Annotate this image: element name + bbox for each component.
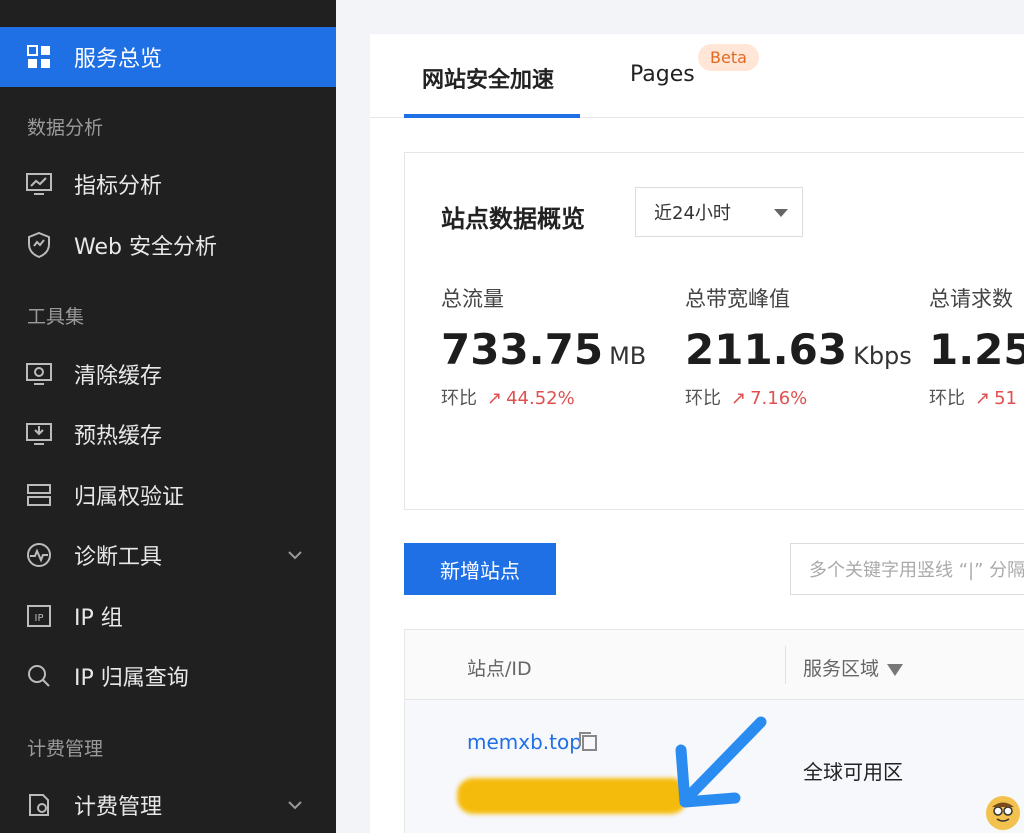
chart-monitor-icon bbox=[26, 171, 52, 197]
arrow-up-right-icon: ↗ bbox=[487, 388, 503, 409]
copy-icon[interactable] bbox=[577, 730, 599, 752]
monitor-refresh-icon bbox=[26, 361, 52, 387]
sidebar-item-label: 计费管理 bbox=[74, 795, 163, 820]
sidebar-item-diagnostics[interactable]: 诊断工具 bbox=[0, 525, 336, 585]
sidebar-item-metrics[interactable]: 指标分析 bbox=[0, 154, 336, 214]
sidebar-item-label: 指标分析 bbox=[74, 174, 163, 199]
site-data-overview: 站点数据概览 近24小时 总流量 733.75 MB 环比 ↗ 44.52% 总带宽峰… bbox=[404, 152, 1024, 510]
sidebar-item-label: IP 组 bbox=[74, 606, 123, 631]
metric-unit: Kbps bbox=[853, 342, 912, 370]
overview-title: 站点数据概览 bbox=[441, 205, 585, 233]
sidebar-item-purge-cache[interactable]: 清除缓存 bbox=[0, 344, 336, 404]
metric-value: 733.75 bbox=[441, 325, 604, 374]
sidebar-item-ownership[interactable]: 归属权验证 bbox=[0, 465, 336, 525]
monitor-download-icon bbox=[26, 421, 52, 447]
shield-chart-icon bbox=[26, 232, 52, 258]
arrow-up-right-icon: ↗ bbox=[731, 388, 747, 409]
metric-total-requests: 总请求数 1.25 环比 ↗ 51 bbox=[929, 283, 1024, 410]
metric-value: 211.63 bbox=[685, 325, 848, 374]
site-link[interactable]: memxb.top bbox=[467, 730, 582, 754]
compare-label: 环比 bbox=[929, 388, 965, 409]
metric-unit: MB bbox=[609, 342, 647, 370]
search-icon bbox=[26, 663, 52, 689]
sidebar-item-label: 预热缓存 bbox=[74, 424, 163, 449]
sidebar: 服务总览 数据分析 指标分析 Web 安全分析 工具集 清除缓存 预热缓存 归属… bbox=[0, 0, 336, 833]
column-divider bbox=[785, 646, 786, 684]
time-range-value: 近24小时 bbox=[654, 203, 731, 224]
pulse-icon bbox=[26, 542, 52, 568]
arrow-up-right-icon: ↗ bbox=[975, 388, 991, 409]
tab-site-acceleration[interactable]: 网站安全加速 bbox=[422, 62, 554, 94]
sidebar-item-label: IP 归属查询 bbox=[74, 666, 189, 691]
metric-value: 1.25 bbox=[929, 325, 1024, 374]
sidebar-group-title: 计费管理 bbox=[27, 738, 104, 760]
chevron-down-icon[interactable] bbox=[284, 794, 306, 816]
metric-label: 总带宽峰值 bbox=[685, 287, 790, 311]
site-table: 站点/ID 服务区域 memxb.top 全球可用区 bbox=[404, 629, 1024, 833]
column-header-site: 站点/ID bbox=[467, 658, 532, 680]
annotation-arrow-icon bbox=[675, 716, 767, 808]
chevron-down-icon[interactable] bbox=[284, 544, 306, 566]
svg-text:IP: IP bbox=[35, 613, 44, 624]
assistant-avatar[interactable] bbox=[986, 796, 1020, 830]
sidebar-item-overview[interactable]: 服务总览 bbox=[0, 27, 336, 87]
add-site-button[interactable]: 新增站点 bbox=[404, 543, 556, 595]
metric-label: 总请求数 bbox=[929, 287, 1013, 311]
tab-pages[interactable]: Pages bbox=[630, 62, 695, 87]
table-header: 站点/ID 服务区域 bbox=[405, 630, 1024, 700]
metric-label: 总流量 bbox=[441, 287, 504, 311]
redacted-site-id bbox=[457, 778, 687, 814]
tab-bar: 网站安全加速 Pages Beta bbox=[370, 34, 1024, 118]
main-area: 网站安全加速 Pages Beta 站点数据概览 近24小时 总流量 733.7… bbox=[336, 0, 1024, 833]
change-percent: 7.16% bbox=[750, 388, 808, 409]
column-header-label: 服务区域 bbox=[803, 658, 880, 680]
search-input[interactable]: 多个关键字用竖线 “|” 分隔 bbox=[790, 543, 1024, 595]
server-icon bbox=[26, 482, 52, 508]
billing-icon bbox=[26, 792, 52, 818]
sidebar-group-title: 工具集 bbox=[27, 306, 85, 328]
compare-label: 环比 bbox=[685, 388, 721, 409]
beta-badge: Beta bbox=[698, 44, 759, 71]
ip-icon: IP bbox=[26, 603, 52, 629]
filter-icon[interactable] bbox=[887, 663, 904, 676]
sidebar-item-prefetch-cache[interactable]: 预热缓存 bbox=[0, 404, 336, 464]
metric-total-traffic: 总流量 733.75 MB 环比 ↗ 44.52% bbox=[441, 283, 646, 410]
sidebar-item-label: 诊断工具 bbox=[74, 545, 163, 570]
time-range-select[interactable]: 近24小时 bbox=[635, 187, 803, 237]
sidebar-item-label: Web 安全分析 bbox=[74, 235, 217, 260]
sidebar-item-ip-group[interactable]: IP IP 组 bbox=[0, 586, 336, 646]
column-header-region[interactable]: 服务区域 bbox=[803, 654, 904, 681]
caret-down-icon bbox=[774, 209, 788, 217]
change-percent: 44.52% bbox=[506, 388, 575, 409]
sidebar-item-web-security[interactable]: Web 安全分析 bbox=[0, 215, 336, 275]
change-percent: 51 bbox=[994, 388, 1017, 409]
sidebar-item-label: 服务总览 bbox=[74, 47, 163, 72]
compare-label: 环比 bbox=[441, 388, 477, 409]
sidebar-item-label: 清除缓存 bbox=[74, 364, 163, 389]
metric-peak-bandwidth: 总带宽峰值 211.63 Kbps 环比 ↗ 7.16% bbox=[685, 283, 912, 410]
sidebar-group-title: 数据分析 bbox=[27, 117, 104, 139]
region-value: 全球可用区 bbox=[803, 760, 903, 784]
sidebar-item-label: 归属权验证 bbox=[74, 485, 185, 510]
grid-icon bbox=[26, 44, 52, 70]
content-card: 网站安全加速 Pages Beta 站点数据概览 近24小时 总流量 733.7… bbox=[370, 34, 1024, 833]
table-row[interactable]: memxb.top 全球可用区 bbox=[405, 700, 1024, 833]
sidebar-item-ip-lookup[interactable]: IP 归属查询 bbox=[0, 646, 336, 706]
active-tab-indicator bbox=[404, 114, 580, 118]
sidebar-item-billing[interactable]: 计费管理 bbox=[0, 775, 336, 833]
